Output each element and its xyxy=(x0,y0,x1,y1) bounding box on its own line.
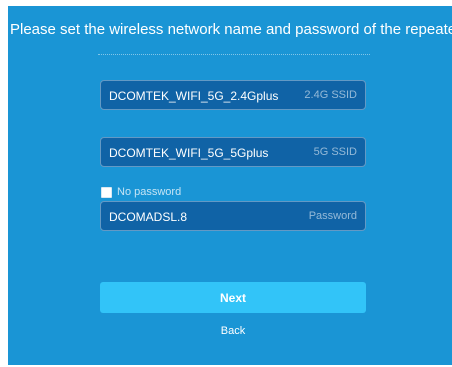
no-password-label: No password xyxy=(117,186,182,198)
setup-panel: Please set the wireless network name and… xyxy=(8,6,452,365)
no-password-checkbox[interactable] xyxy=(101,186,112,198)
password-label: Password xyxy=(308,210,357,222)
ssid-24g-value: DCOMTEK_WIFI_5G_2.4Gplus xyxy=(109,89,279,103)
ssid-5g-value: DCOMTEK_WIFI_5G_5Gplus xyxy=(109,146,269,160)
ssid-5g-field[interactable]: DCOMTEK_WIFI_5G_5Gplus 5G SSID xyxy=(100,137,366,167)
next-button[interactable]: Next xyxy=(100,282,366,313)
ssid-24g-field[interactable]: DCOMTEK_WIFI_5G_2.4Gplus 2.4G SSID xyxy=(100,80,366,110)
password-field[interactable]: DCOMADSL.8 Password xyxy=(100,201,366,231)
back-link[interactable]: Back xyxy=(100,325,366,337)
no-password-option[interactable]: No password xyxy=(101,186,181,198)
divider xyxy=(98,54,370,55)
ssid-5g-label: 5G SSID xyxy=(313,146,357,158)
password-value: DCOMADSL.8 xyxy=(109,210,188,224)
ssid-24g-label: 2.4G SSID xyxy=(304,89,357,101)
page-heading: Please set the wireless network name and… xyxy=(10,21,452,38)
